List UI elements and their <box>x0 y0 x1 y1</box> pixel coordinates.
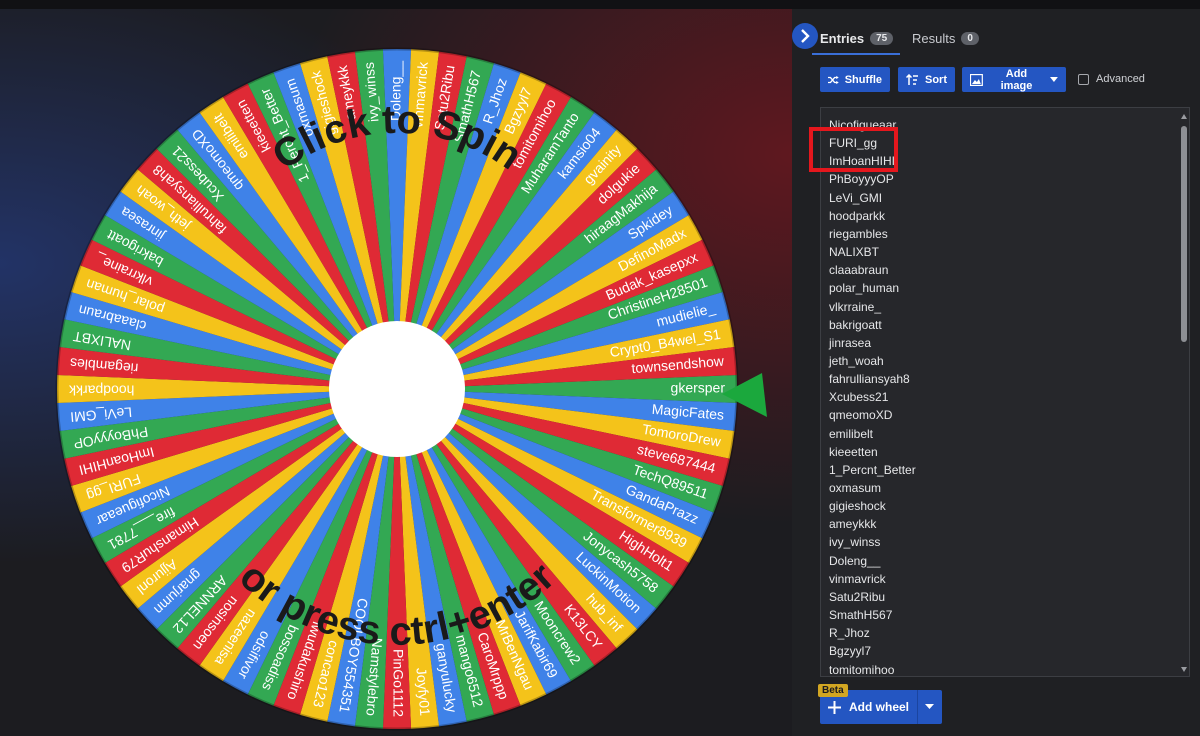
entry-item[interactable]: polar_human <box>829 279 899 297</box>
spin-wheel[interactable]: gkersperMagicFatesTomoroDrewsteve687444T… <box>0 9 792 736</box>
entry-item[interactable]: ameykkk <box>829 515 876 533</box>
entry-item[interactable]: hoodparkk <box>829 207 885 225</box>
scroll-down-arrow[interactable] <box>1181 667 1187 672</box>
entry-item[interactable]: SmathH567 <box>829 606 892 624</box>
scroll-up-arrow[interactable] <box>1181 114 1187 119</box>
chevron-down-icon <box>1050 76 1058 82</box>
entry-item[interactable]: NALIXBT <box>829 243 879 261</box>
chevron-right-icon <box>801 29 810 43</box>
collapse-panel-button[interactable] <box>792 23 818 49</box>
sort-button[interactable]: Sort <box>898 67 955 92</box>
tab-results[interactable]: Results 0 <box>912 29 979 47</box>
entry-item[interactable]: fahrulliansyah8 <box>829 370 910 388</box>
tab-entries[interactable]: Entries 75 <box>820 29 894 47</box>
entry-item[interactable]: Bgzyyl7 <box>829 642 871 660</box>
entry-item[interactable]: Xcubess21 <box>829 388 888 406</box>
active-tab-indicator <box>812 53 900 55</box>
shuffle-icon <box>828 75 839 84</box>
entry-item[interactable]: ivy_winss <box>829 533 880 551</box>
tab-entries-label: Entries <box>820 30 865 46</box>
entry-item[interactable]: claaabraun <box>829 261 888 279</box>
add-image-label: Add image <box>1000 67 1033 92</box>
chevron-down-icon <box>925 704 935 709</box>
wheel-segment-label: PinGo1112 <box>390 649 406 717</box>
entries-panel: Entries 75 Results 0 Shuffle Sort Add im… <box>792 9 1200 736</box>
entry-item[interactable]: jinrasea <box>829 334 871 352</box>
entry-item[interactable]: R_Jhoz <box>829 624 870 642</box>
entry-item[interactable]: Satu2Ribu <box>829 588 885 606</box>
entry-item[interactable]: oxmasum <box>829 479 881 497</box>
scrollbar-thumb[interactable] <box>1181 126 1187 342</box>
add-image-button[interactable]: Add image <box>962 67 1066 92</box>
entries-textarea[interactable]: Nicofigueaar FURI_gg ImHoanHIHI PhBoyyyOP Le… <box>820 107 1190 677</box>
entry-item[interactable]: emilibelt <box>829 425 873 443</box>
wheel-segment-label: hoodparkk <box>68 382 134 398</box>
beta-badge: Beta <box>818 684 848 697</box>
entry-item[interactable]: tomitomihoo <box>829 661 894 677</box>
wheel-area[interactable]: gkersper MagicFates TomoroDrew steve687444 T… <box>0 9 792 736</box>
entry-item[interactable]: LeVi_GMI <box>829 189 882 207</box>
sort-icon <box>906 73 918 85</box>
entry-item[interactable]: PhBoyyyOP <box>829 170 894 188</box>
advanced-toggle[interactable]: Advanced <box>1078 73 1145 85</box>
tab-entries-count: 75 <box>870 31 894 45</box>
entry-item[interactable]: vinmavrick <box>829 570 886 588</box>
plus-icon <box>828 700 841 714</box>
advanced-label: Advanced <box>1096 73 1145 85</box>
top-bar <box>0 0 1200 9</box>
entry-item[interactable]: vlkrraine_ <box>829 298 881 316</box>
image-icon <box>970 73 983 86</box>
entry-item[interactable]: riegambles <box>829 225 888 243</box>
entry-item[interactable]: gigieshock <box>829 497 886 515</box>
shuffle-button[interactable]: Shuffle <box>820 67 890 92</box>
tab-results-count: 0 <box>961 31 979 45</box>
add-wheel-dropdown[interactable] <box>918 690 942 724</box>
highlight-annotation <box>809 127 898 172</box>
advanced-checkbox[interactable] <box>1078 73 1089 85</box>
tab-results-label: Results <box>912 30 956 46</box>
entry-item[interactable]: jeth_woah <box>829 352 884 370</box>
entry-item[interactable]: bakrigoatt <box>829 316 882 334</box>
entry-item[interactable]: Doleng__ <box>829 552 880 570</box>
sort-label: Sort <box>925 73 947 86</box>
wheel-center <box>329 321 465 457</box>
entry-item[interactable]: kieeetten <box>829 443 878 461</box>
entry-item[interactable]: qmeomoXD <box>829 406 892 424</box>
add-wheel-label: Add wheel <box>849 700 910 714</box>
wheel-segment-label: gkersper <box>671 380 726 396</box>
shuffle-label: Shuffle <box>844 73 882 86</box>
entry-item[interactable]: 1_Percnt_Better <box>829 461 916 479</box>
